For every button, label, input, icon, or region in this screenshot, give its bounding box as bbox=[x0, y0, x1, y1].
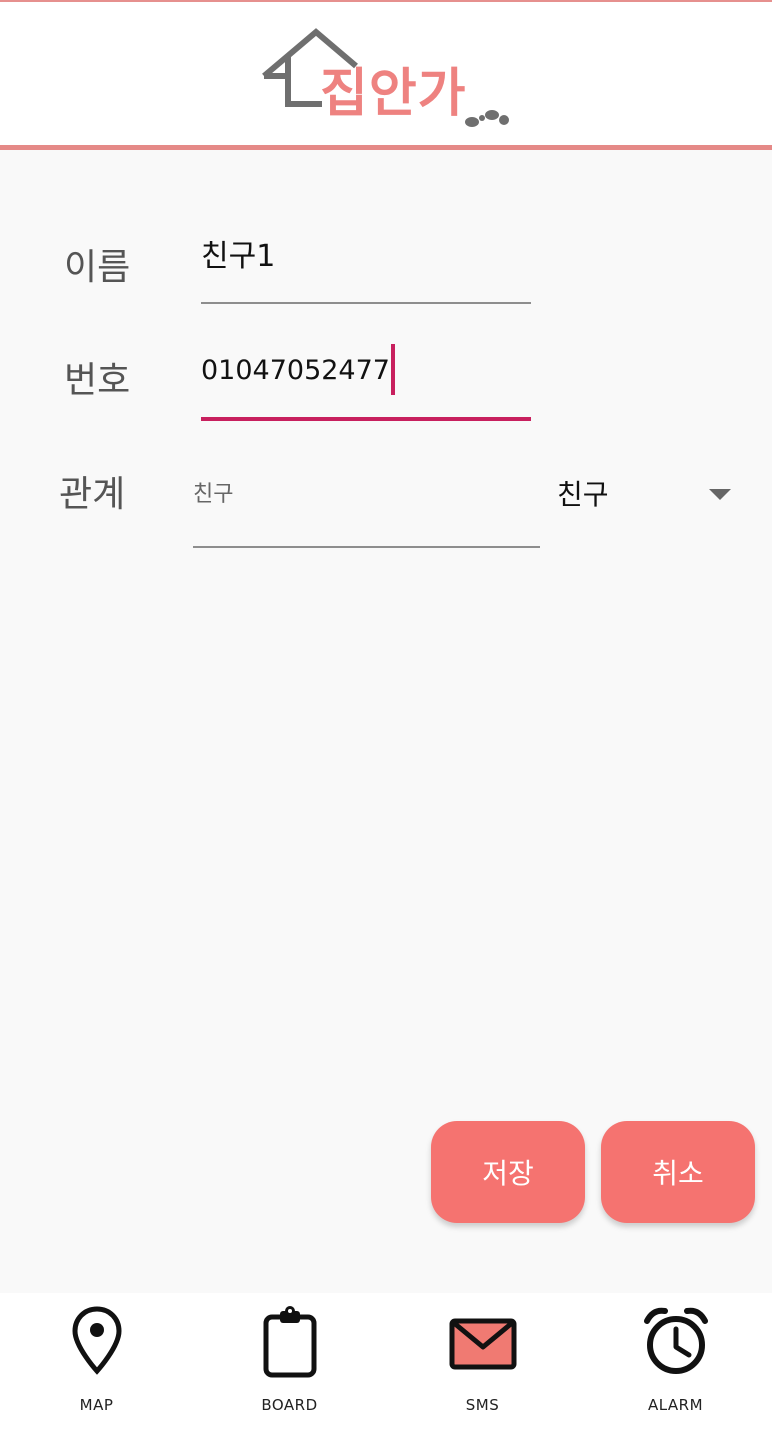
dropdown-arrow-icon[interactable] bbox=[709, 489, 731, 500]
nav-label-board: BOARD bbox=[261, 1396, 318, 1414]
app-logo: 집안가 bbox=[260, 26, 520, 136]
logo-text: 집안가 bbox=[320, 64, 467, 124]
relation-input[interactable]: 친구 bbox=[193, 484, 233, 506]
cancel-button[interactable]: 취소 bbox=[601, 1121, 755, 1223]
phone-input-underline bbox=[201, 417, 531, 421]
nav-label-map: MAP bbox=[79, 1396, 114, 1414]
clipboard-icon bbox=[263, 1306, 316, 1378]
alarm-clock-icon bbox=[643, 1307, 708, 1374]
nav-item-sms[interactable]: SMS bbox=[386, 1293, 579, 1438]
phone-label: 번호 bbox=[64, 360, 131, 401]
relation-dropdown[interactable]: 친구 bbox=[557, 481, 609, 509]
map-pin-icon bbox=[71, 1306, 122, 1375]
nav-item-map[interactable]: MAP bbox=[0, 1293, 193, 1438]
app-header: 집안가 bbox=[0, 0, 772, 147]
name-label: 이름 bbox=[64, 247, 131, 288]
name-input[interactable]: 친구1 bbox=[201, 242, 275, 272]
nav-label-alarm: ALARM bbox=[647, 1396, 704, 1414]
phone-input[interactable]: 01047052477 bbox=[201, 357, 390, 384]
bottom-navigation: MAP BOARD SMS ALARM bbox=[0, 1293, 772, 1438]
relation-input-underline bbox=[193, 546, 540, 548]
save-button[interactable]: 저장 bbox=[431, 1121, 585, 1223]
relation-label: 관계 bbox=[59, 474, 126, 515]
nav-item-alarm[interactable]: ALARM bbox=[579, 1293, 772, 1438]
nav-label-sms: SMS bbox=[465, 1396, 500, 1414]
envelope-icon bbox=[449, 1318, 516, 1370]
footprints-icon bbox=[465, 110, 509, 127]
text-cursor bbox=[391, 344, 395, 395]
header-divider bbox=[0, 145, 772, 150]
name-input-underline bbox=[201, 302, 531, 304]
nav-item-board[interactable]: BOARD bbox=[193, 1293, 386, 1438]
